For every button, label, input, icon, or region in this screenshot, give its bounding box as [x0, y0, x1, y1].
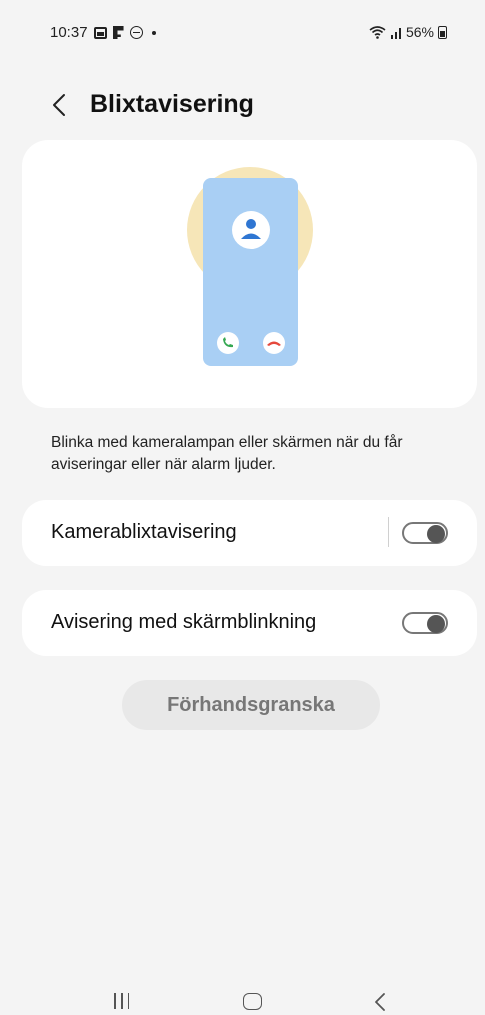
toggle-knob — [427, 615, 445, 633]
preview-button[interactable]: Förhandsgranska — [122, 680, 380, 730]
contact-avatar-icon — [232, 211, 270, 249]
signal-icon — [390, 27, 401, 39]
screen: 10:37 56% Blixtavisering Blinka med kame… — [0, 0, 485, 1015]
recents-icon[interactable] — [114, 993, 130, 1009]
flash-notification-illustration — [187, 167, 313, 366]
back-button[interactable] — [44, 90, 74, 120]
gallery-icon — [93, 26, 107, 39]
wifi-icon — [369, 26, 386, 39]
accept-call-icon — [217, 332, 239, 354]
camera-flash-label: Kamerablixtavisering — [51, 521, 237, 543]
header: Blixtavisering — [0, 80, 485, 128]
battery-percent: 56% — [405, 24, 434, 40]
row-divider — [388, 517, 389, 547]
page-title: Blixtavisering — [90, 90, 254, 118]
camera-flash-setting-row[interactable]: Kamerablixtavisering — [22, 500, 477, 566]
status-left: 10:37 — [50, 24, 156, 41]
description-text: Blinka med kameralampan eller skärmen nä… — [51, 434, 403, 473]
phone-body — [203, 178, 298, 366]
illustration-card — [22, 140, 477, 408]
camera-flash-toggle[interactable] — [402, 522, 448, 544]
flipboard-icon — [112, 26, 124, 39]
status-right: 56% — [369, 24, 447, 40]
navigation-bar — [0, 990, 485, 1015]
battery-icon — [438, 25, 447, 39]
toggle-knob — [427, 525, 445, 543]
screen-flash-label: Avisering med skärmblinkning — [51, 611, 317, 633]
dot-icon — [151, 30, 156, 35]
screen-flash-toggle[interactable] — [402, 612, 448, 634]
status-time: 10:37 — [50, 24, 88, 41]
back-icon[interactable] — [374, 992, 386, 1012]
home-icon[interactable] — [243, 993, 262, 1010]
chevron-left-icon — [53, 94, 65, 116]
status-bar: 10:37 56% — [0, 0, 485, 60]
do-not-disturb-icon — [129, 26, 143, 39]
screen-flash-setting-row[interactable]: Avisering med skärmblinkning — [22, 590, 477, 656]
